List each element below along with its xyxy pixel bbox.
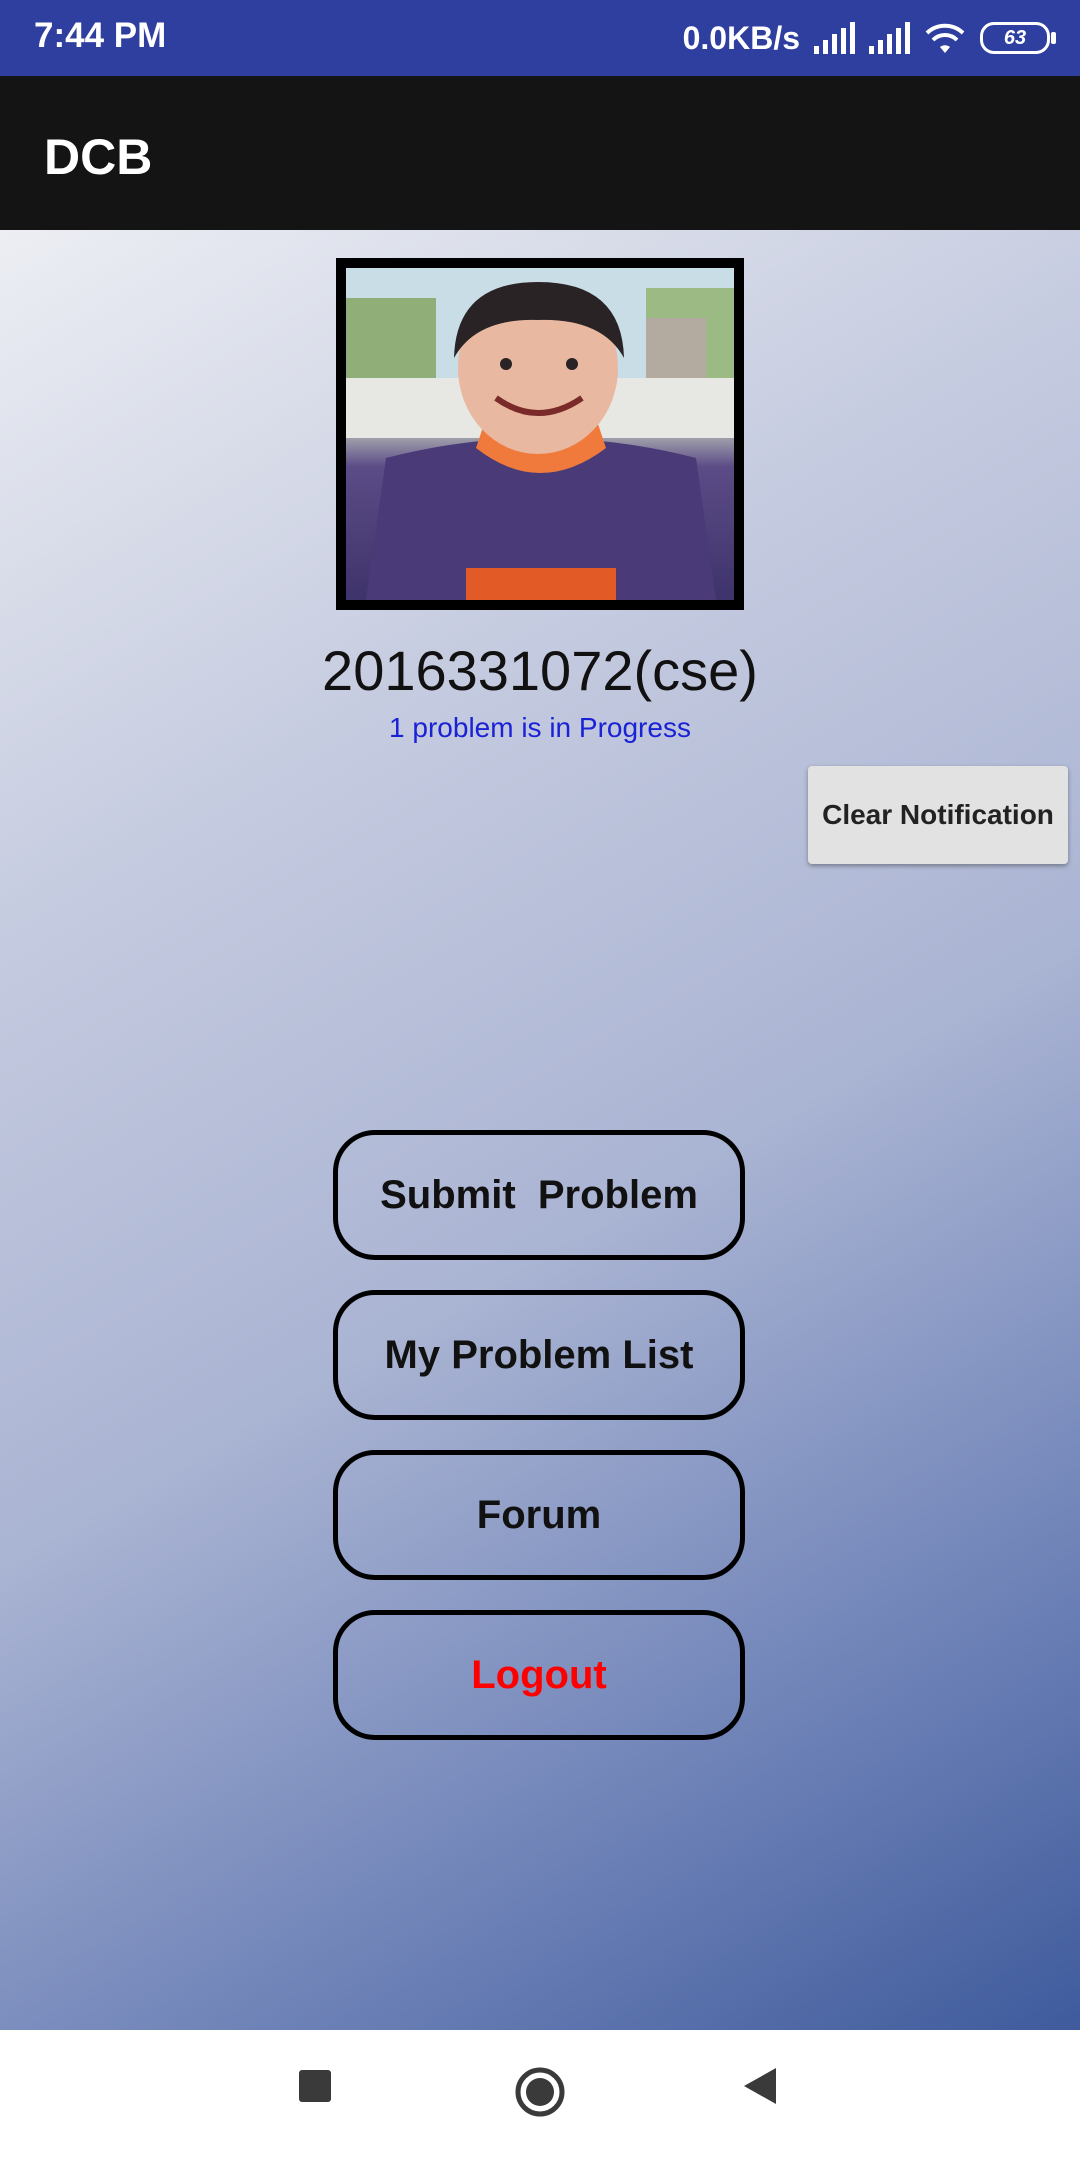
profile-photo bbox=[346, 268, 734, 600]
navigation-bar bbox=[0, 2030, 1080, 2160]
recent-apps-icon[interactable] bbox=[297, 2068, 333, 2109]
back-icon[interactable] bbox=[742, 2066, 778, 2111]
forum-button[interactable]: Forum bbox=[333, 1450, 745, 1580]
wifi-icon bbox=[924, 21, 966, 55]
clear-notification-button[interactable]: Clear Notification bbox=[808, 766, 1068, 864]
my-problem-list-button[interactable]: My Problem List bbox=[333, 1290, 745, 1420]
main-content: 2016331072(cse) 1 problem is in Progress… bbox=[0, 230, 1080, 2030]
status-bar: 7:44 PM 0.0KB/s 63 bbox=[0, 0, 1080, 76]
app-bar: DCB bbox=[0, 76, 1080, 230]
battery-level: 63 bbox=[1003, 26, 1027, 49]
battery-icon: 63 bbox=[980, 22, 1056, 54]
problem-status-text: 1 problem is in Progress bbox=[389, 712, 691, 743]
user-id: 2016331072(cse) bbox=[322, 639, 758, 702]
signal-icon bbox=[869, 22, 910, 54]
logout-button[interactable]: Logout bbox=[333, 1610, 745, 1740]
app-title: DCB bbox=[44, 129, 153, 185]
signal-icon bbox=[814, 22, 855, 54]
network-speed: 0.0KB/s bbox=[682, 19, 800, 56]
home-icon[interactable] bbox=[514, 2066, 566, 2123]
status-time: 7:44 PM bbox=[34, 16, 167, 55]
status-icons: 0.0KB/s 63 bbox=[682, 12, 1056, 64]
avatar bbox=[336, 258, 744, 610]
submit-problem-button[interactable]: Submit Problem bbox=[333, 1130, 745, 1260]
